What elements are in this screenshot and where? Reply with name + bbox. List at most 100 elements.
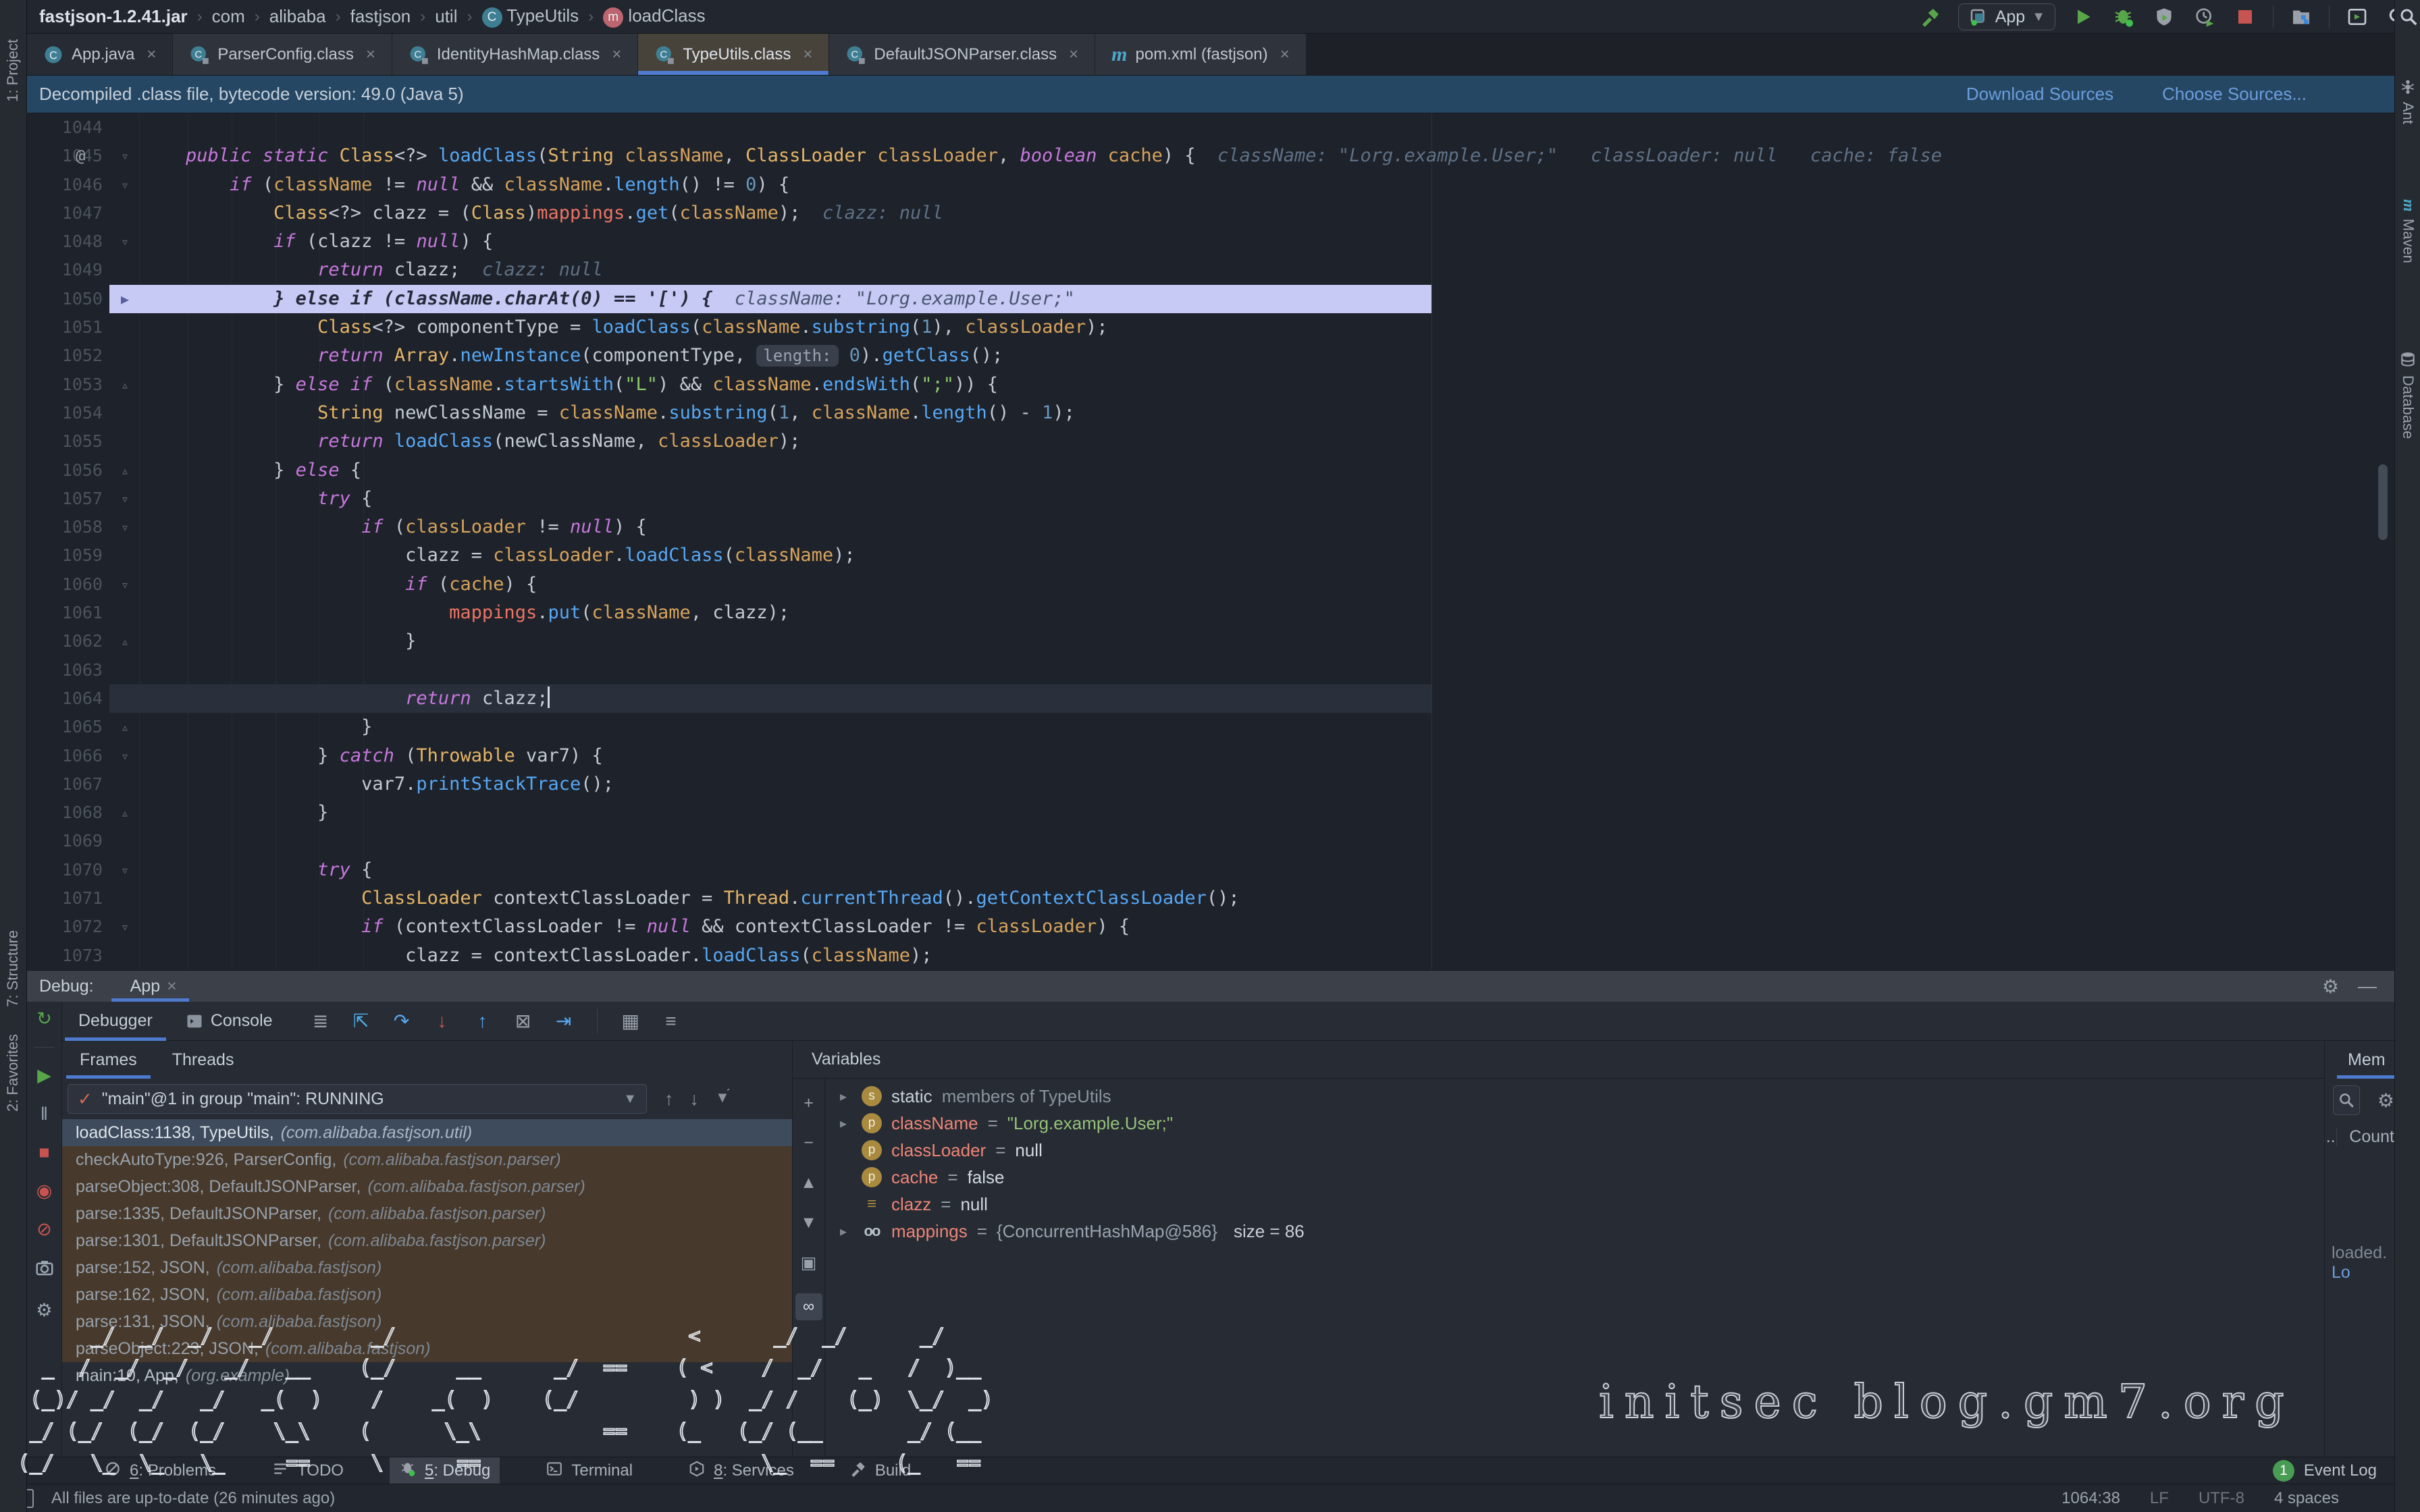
tab-close-icon[interactable]: × [803, 45, 812, 64]
memory-col-class[interactable]: .. [2325, 1127, 2337, 1147]
frame-row[interactable]: loadClass:1138, TypeUtils, (com.alibaba.… [62, 1119, 792, 1146]
stripe-item--structure[interactable]: 7: Structure [4, 930, 22, 1007]
tab-close-icon[interactable]: × [366, 45, 375, 64]
fold-marker-icon[interactable]: ▵ [111, 713, 139, 741]
drop-frame-button[interactable]: ⊠ [512, 1010, 535, 1032]
expand-chevron-icon[interactable]: ▸ [835, 1115, 852, 1132]
coverage-button[interactable] [2151, 4, 2177, 30]
tab-typeutils-class[interactable]: CTypeUtils.class× [638, 34, 829, 75]
resume-button[interactable]: ▶ [37, 1065, 51, 1086]
step-out-button[interactable]: ↑ [471, 1010, 494, 1032]
banner-link-choose-sources-[interactable]: Choose Sources... [2162, 84, 2307, 105]
fold-marker-icon[interactable]: ▿ [111, 570, 139, 599]
prev-frame-icon[interactable]: ↑ [664, 1089, 674, 1110]
tab-app-java[interactable]: CApp.java× [27, 34, 173, 75]
code-editor[interactable]: 10441045@▿ public static Class<?> loadCl… [27, 113, 2394, 970]
settings-gear-icon[interactable]: ⚙ [2377, 1089, 2394, 1112]
tab-pom-xml-fastjson-[interactable]: mpom.xml (fastjson)× [1095, 34, 1306, 75]
event-log-button[interactable]: 1 Event Log [2273, 1460, 2377, 1482]
stripe-item-ant[interactable]: Ant [2399, 78, 2417, 124]
tab-close-icon[interactable]: × [1280, 45, 1290, 64]
breadcrumb-item-util[interactable]: util [435, 6, 457, 27]
fold-marker-icon[interactable]: ▵ [111, 799, 139, 827]
watches-toggle-button[interactable]: ∞ [795, 1293, 822, 1320]
filter-icon[interactable]: ▼́ [715, 1089, 730, 1110]
variable-row[interactable]: pcache = false [825, 1164, 2324, 1191]
fold-marker-icon[interactable]: ▿ [111, 485, 139, 513]
settings-gear-icon[interactable]: ⚙ [2322, 975, 2339, 998]
thread-dropdown[interactable]: ✓ "main"@1 in group "main": RUNNING ▼ [68, 1084, 647, 1114]
variable-row[interactable]: pclassLoader = null [825, 1137, 2324, 1164]
stripe-item--favorites[interactable]: 2: Favorites [4, 1034, 22, 1112]
frame-row[interactable]: checkAutoType:926, ParserConfig, (com.al… [62, 1146, 792, 1173]
search-icon[interactable] [2398, 7, 2419, 30]
view-breakpoints-button[interactable]: ◉ [36, 1181, 53, 1202]
profiler-button[interactable] [2192, 4, 2217, 30]
caret-position[interactable]: 1064:38 [2061, 1489, 2120, 1508]
variable-row[interactable]: ≡clazz = null [825, 1191, 2324, 1218]
tab-threads[interactable]: Threads [155, 1041, 252, 1079]
tab-debugger[interactable]: Debugger [62, 1002, 169, 1041]
fold-marker-icon[interactable]: ▵ [111, 627, 139, 655]
fold-marker-icon[interactable]: ▿ [111, 742, 139, 770]
run-button[interactable] [2070, 4, 2096, 30]
breadcrumb-item-com[interactable]: com [212, 6, 245, 27]
force-step-into-button[interactable]: ↓ [431, 1010, 454, 1032]
remove-watch-button[interactable]: − [804, 1133, 814, 1153]
variable-row[interactable]: ▸sstatic members of TypeUtils [825, 1083, 2324, 1110]
tab-close-icon[interactable]: × [612, 45, 621, 64]
stop-button[interactable] [2232, 4, 2258, 30]
show-execution-point-button[interactable]: ⇱ [350, 1010, 373, 1032]
stripe-item-database[interactable]: Database [2399, 351, 2417, 439]
step-over-button[interactable]: ↷ [390, 1010, 413, 1032]
thread-dump-button[interactable] [34, 1258, 55, 1282]
scroll-up-button[interactable]: ▲ [800, 1173, 817, 1193]
stop-button[interactable]: ■ [38, 1142, 49, 1163]
settings-gear-icon[interactable]: ⚙ [36, 1300, 52, 1321]
scroll-down-button[interactable]: ▼ [800, 1213, 817, 1233]
close-icon[interactable]: × [167, 977, 177, 996]
frame-row[interactable]: parse:162, JSON, (com.alibaba.fastjson) [62, 1281, 792, 1308]
layout-icon[interactable]: ≣ [309, 1010, 332, 1032]
pause-button[interactable]: ‖ [41, 1104, 48, 1125]
debug-session-tab[interactable]: App × [111, 971, 189, 1002]
expand-chevron-icon[interactable]: ▸ [835, 1088, 852, 1105]
tab-defaultjsonparser-class[interactable]: CDefaultJSONParser.class× [829, 34, 1095, 75]
debug-button[interactable] [2111, 4, 2136, 30]
fold-marker-icon[interactable]: ▿ [111, 142, 139, 170]
variable-row[interactable]: ▸oomappings = {ConcurrentHashMap@586} si… [825, 1218, 2324, 1245]
tab-console[interactable]: Console [169, 1002, 289, 1041]
frame-row[interactable]: parse:1335, DefaultJSONParser, (com.alib… [62, 1200, 792, 1227]
hammer-button[interactable] [1918, 4, 1943, 30]
tab-identityhashmap-class[interactable]: CIdentityHashMap.class× [392, 34, 638, 75]
stripe-item--project[interactable]: 1: Project [4, 39, 22, 102]
memory-col-count[interactable]: Count [2337, 1127, 2394, 1147]
memory-load-link[interactable]: Lo [2332, 1263, 2350, 1282]
fold-marker-icon[interactable]: ▵ [111, 371, 139, 399]
run-anything-button[interactable] [2344, 4, 2370, 30]
hide-panel-icon[interactable]: — [2358, 975, 2377, 998]
run-config-combo[interactable]: App▼ [1958, 3, 2055, 30]
breadcrumb-item-fastjson-1-2-41-jar[interactable]: fastjson-1.2.41.jar [39, 6, 188, 27]
banner-link-download-sources[interactable]: Download Sources [1966, 84, 2113, 105]
encoding[interactable]: UTF-8 [2199, 1489, 2244, 1508]
search-icon[interactable] [2333, 1085, 2360, 1115]
breadcrumb-item-loadclass[interactable]: m loadClass [603, 5, 705, 27]
tab-frames[interactable]: Frames [62, 1041, 155, 1079]
variable-row[interactable]: ▸pclassName = "Lorg.example.User;" [825, 1110, 2324, 1137]
fold-marker-icon[interactable]: ▿ [111, 513, 139, 541]
run-to-cursor-button[interactable]: ⇥ [552, 1010, 575, 1032]
duplicate-button[interactable]: ▣ [801, 1253, 817, 1273]
frame-row[interactable]: parseObject:308, DefaultJSONParser, (com… [62, 1173, 792, 1200]
add-watch-button[interactable]: + [804, 1094, 814, 1113]
frame-row[interactable]: parse:152, JSON, (com.alibaba.fastjson) [62, 1254, 792, 1281]
tab-close-icon[interactable]: × [1069, 45, 1078, 64]
breadcrumb-item-typeutils[interactable]: C TypeUtils [482, 5, 579, 27]
stripe-item-maven[interactable]: mMaven [2399, 199, 2417, 263]
breadcrumb-item-alibaba[interactable]: alibaba [269, 6, 326, 27]
line-ending[interactable]: LF [2150, 1489, 2169, 1508]
expand-chevron-icon[interactable]: ▸ [835, 1223, 852, 1240]
tab-close-icon[interactable]: × [147, 45, 156, 64]
structure-button[interactable] [2288, 4, 2314, 30]
fold-marker-icon[interactable]: ▿ [111, 856, 139, 884]
